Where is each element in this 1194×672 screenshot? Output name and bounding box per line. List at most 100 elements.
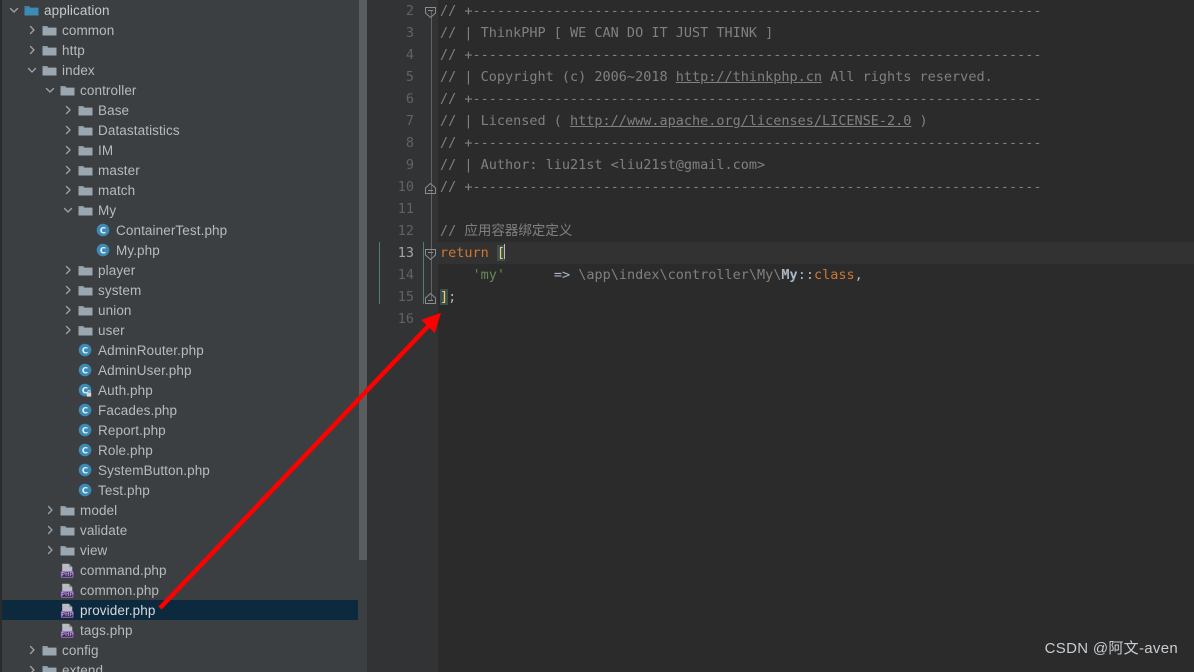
tree-row-label: player bbox=[98, 262, 136, 278]
chevron-right-icon[interactable] bbox=[60, 284, 76, 296]
tree-row[interactable]: validate bbox=[2, 520, 358, 540]
svg-text:C: C bbox=[81, 465, 87, 475]
svg-text:PHP: PHP bbox=[61, 572, 73, 578]
tree-row[interactable]: C SystemButton.php bbox=[2, 460, 358, 480]
chevron-right-icon[interactable] bbox=[42, 504, 58, 516]
tree-row[interactable]: C AdminRouter.php bbox=[2, 340, 358, 360]
tree-row[interactable]: C Test.php bbox=[2, 480, 358, 500]
php-class-locked-icon: C bbox=[76, 383, 94, 398]
line-number: 12 bbox=[397, 223, 414, 239]
tree-row[interactable]: PHP tags.php bbox=[2, 620, 358, 640]
code-line[interactable]: // +------------------------------------… bbox=[438, 88, 1194, 110]
fold-marker-line10-icon[interactable] bbox=[425, 181, 436, 194]
chevron-right-icon[interactable] bbox=[60, 144, 76, 156]
tree-row[interactable]: config bbox=[2, 640, 358, 660]
tree-row[interactable]: C AdminUser.php bbox=[2, 360, 358, 380]
tree-row[interactable]: union bbox=[2, 300, 358, 320]
chevron-right-icon[interactable] bbox=[42, 524, 58, 536]
chevron-right-icon[interactable] bbox=[42, 544, 58, 556]
tree-row-label: master bbox=[98, 162, 140, 178]
tree-row[interactable]: user bbox=[2, 320, 358, 340]
tree-row[interactable]: IM bbox=[2, 140, 358, 160]
code-line[interactable]: // | ThinkPHP [ WE CAN DO IT JUST THINK … bbox=[438, 22, 1194, 44]
tree-row[interactable]: http bbox=[2, 40, 358, 60]
tree-row[interactable]: model bbox=[2, 500, 358, 520]
editor-code-area[interactable]: // +------------------------------------… bbox=[438, 0, 1194, 672]
tree-row[interactable]: application bbox=[2, 0, 358, 20]
tree-row-label: user bbox=[98, 322, 125, 338]
fold-marker-close-icon[interactable] bbox=[425, 291, 436, 304]
tree-row-selected[interactable]: PHP provider.php bbox=[2, 600, 358, 620]
line-number: 7 bbox=[405, 113, 414, 129]
chevron-right-icon[interactable] bbox=[60, 164, 76, 176]
chevron-right-icon[interactable] bbox=[60, 264, 76, 276]
tree-row[interactable]: common bbox=[2, 20, 358, 40]
tree-row[interactable]: view bbox=[2, 540, 358, 560]
folder-icon bbox=[40, 64, 58, 77]
tree-row[interactable]: extend bbox=[2, 660, 358, 672]
tree-row[interactable]: PHP command.php bbox=[2, 560, 358, 580]
chevron-down-icon[interactable] bbox=[24, 64, 40, 76]
code-line[interactable]: // +------------------------------------… bbox=[438, 0, 1194, 22]
php-class-icon: C bbox=[76, 483, 94, 498]
line-number: 5 bbox=[405, 69, 414, 85]
code-line[interactable]: ]; bbox=[438, 286, 1194, 308]
code-line[interactable] bbox=[438, 198, 1194, 220]
chevron-down-icon[interactable] bbox=[42, 84, 58, 96]
chevron-right-icon[interactable] bbox=[60, 124, 76, 136]
tree-row[interactable]: C Role.php bbox=[2, 440, 358, 460]
tree-row[interactable]: system bbox=[2, 280, 358, 300]
tree-row[interactable]: player bbox=[2, 260, 358, 280]
code-line[interactable]: // | Copyright (c) 2006~2018 http://thin… bbox=[438, 66, 1194, 88]
tree-row[interactable]: Datastatistics bbox=[2, 120, 358, 140]
code-line[interactable]: 'my' => \app\index\controller\My\My::cla… bbox=[438, 264, 1194, 286]
tree-row[interactable]: C My.php bbox=[2, 240, 358, 260]
tree-row[interactable]: C Auth.php bbox=[2, 380, 358, 400]
chevron-right-icon[interactable] bbox=[60, 304, 76, 316]
chevron-right-icon[interactable] bbox=[24, 644, 40, 656]
tree-row-label: http bbox=[62, 42, 85, 58]
chevron-right-icon[interactable] bbox=[60, 324, 76, 336]
tree-row[interactable]: index bbox=[2, 60, 358, 80]
fold-marker-top-icon[interactable] bbox=[425, 5, 436, 19]
code-line[interactable]: // | Author: liu21st <liu21st@gmail.com> bbox=[438, 154, 1194, 176]
chevron-down-icon[interactable] bbox=[6, 4, 22, 16]
code-line[interactable]: // 应用容器绑定定义 bbox=[438, 220, 1194, 242]
tree-row[interactable]: master bbox=[2, 160, 358, 180]
code-editor[interactable]: // +------------------------------------… bbox=[368, 0, 1194, 672]
chevron-right-icon[interactable] bbox=[60, 184, 76, 196]
chevron-down-icon[interactable] bbox=[60, 204, 76, 216]
tree-row[interactable]: C ContainerTest.php bbox=[2, 220, 358, 240]
code-line[interactable]: // +------------------------------------… bbox=[438, 44, 1194, 66]
folder-icon bbox=[76, 304, 94, 317]
svg-text:PHP: PHP bbox=[61, 612, 73, 618]
chevron-right-icon[interactable] bbox=[60, 104, 76, 116]
code-line[interactable]: // +------------------------------------… bbox=[438, 132, 1194, 154]
fold-marker-return-icon[interactable] bbox=[425, 247, 436, 261]
tree-scrollbar-thumb[interactable] bbox=[359, 0, 367, 560]
license-link[interactable]: http://www.apache.org/licenses/LICENSE-2… bbox=[570, 113, 911, 129]
svg-text:C: C bbox=[81, 485, 87, 495]
code-line[interactable]: // | Licensed ( http://www.apache.org/li… bbox=[438, 110, 1194, 132]
folder-icon bbox=[76, 124, 94, 137]
chevron-right-icon[interactable] bbox=[24, 24, 40, 36]
code-line[interactable] bbox=[438, 308, 1194, 330]
tree-row[interactable]: C Facades.php bbox=[2, 400, 358, 420]
chevron-right-icon[interactable] bbox=[24, 664, 40, 672]
thinkphp-link[interactable]: http://thinkphp.cn bbox=[676, 69, 822, 85]
tree-row[interactable]: controller bbox=[2, 80, 358, 100]
tree-row-label: tags.php bbox=[80, 622, 133, 638]
tree-row[interactable]: PHP common.php bbox=[2, 580, 358, 600]
tree-row[interactable]: Base bbox=[2, 100, 358, 120]
tree-row[interactable]: C Report.php bbox=[2, 420, 358, 440]
code-line[interactable]: return [ bbox=[438, 242, 1194, 264]
chevron-right-icon[interactable] bbox=[24, 44, 40, 56]
tree-row-label: view bbox=[80, 542, 108, 558]
project-tree-list[interactable]: application common http index controller Base… bbox=[2, 0, 358, 672]
php-file-icon: PHP bbox=[58, 563, 76, 578]
tree-row[interactable]: match bbox=[2, 180, 358, 200]
svg-text:PHP: PHP bbox=[61, 632, 73, 638]
tree-row[interactable]: My bbox=[2, 200, 358, 220]
tree-row-label: extend bbox=[62, 662, 104, 672]
code-line[interactable]: // +------------------------------------… bbox=[438, 176, 1194, 198]
